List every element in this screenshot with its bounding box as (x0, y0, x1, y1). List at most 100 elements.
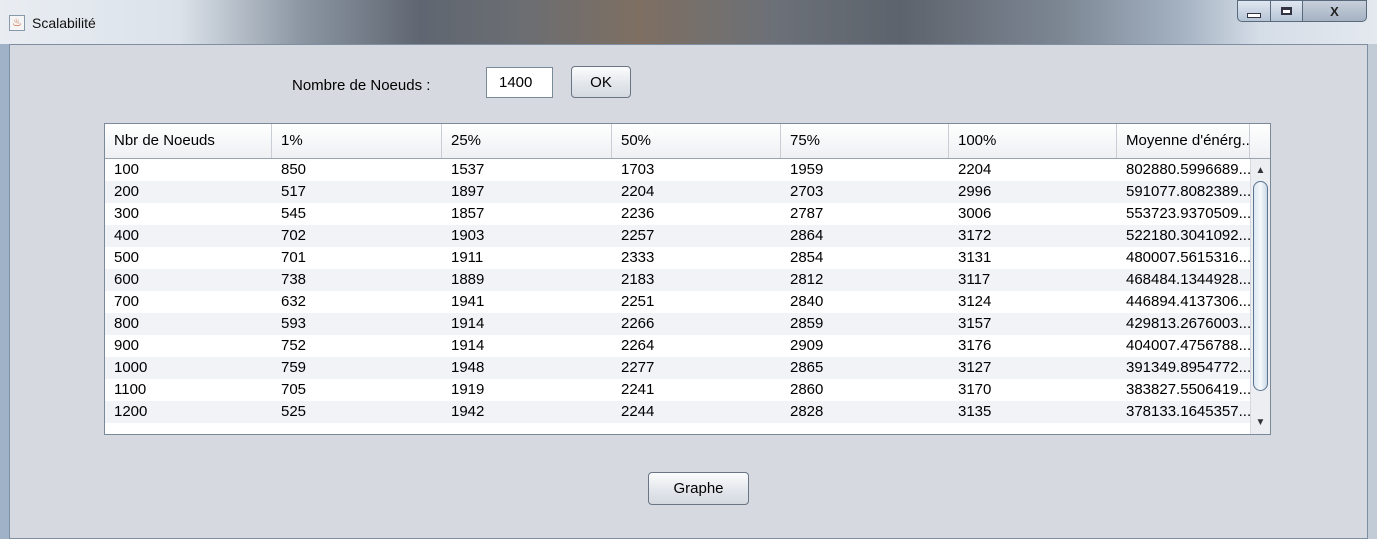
table-cell[interactable]: 2264 (612, 335, 781, 357)
table-cell[interactable]: 3006 (949, 203, 1117, 225)
table-cell[interactable]: 545 (272, 203, 442, 225)
table-cell[interactable]: 1942 (442, 401, 612, 423)
table-cell[interactable]: 500 (105, 247, 272, 269)
table-cell[interactable]: 553723.9370509... (1117, 203, 1250, 225)
table-cell[interactable]: 705 (272, 379, 442, 401)
table-cell[interactable]: 2865 (781, 357, 949, 379)
table-cell[interactable]: 2828 (781, 401, 949, 423)
table-cell[interactable]: 2854 (781, 247, 949, 269)
table-cell[interactable]: 900 (105, 335, 272, 357)
table-cell[interactable]: 1959 (781, 159, 949, 181)
node-count-input[interactable] (486, 67, 553, 98)
table-cell[interactable]: 752 (272, 335, 442, 357)
table-cell[interactable]: 1941 (442, 291, 612, 313)
table-cell[interactable]: 2257 (612, 225, 781, 247)
ok-button[interactable]: OK (571, 66, 631, 98)
table-cell[interactable]: 759 (272, 357, 442, 379)
table-cell[interactable]: 2183 (612, 269, 781, 291)
close-button[interactable]: X (1303, 0, 1367, 22)
table-cell[interactable]: 3124 (949, 291, 1117, 313)
table-cell[interactable]: 1889 (442, 269, 612, 291)
table-cell[interactable]: 2204 (949, 159, 1117, 181)
table-row[interactable]: 300 545 1857 2236 2787 3006 553723.9370509... (105, 203, 1250, 225)
table-cell[interactable]: 1903 (442, 225, 612, 247)
table-cell[interactable]: 2277 (612, 357, 781, 379)
table-cell[interactable]: 378133.1645357... (1117, 401, 1250, 423)
table-row[interactable]: 600 738 1889 2183 2812 3117 468484.1344928... (105, 269, 1250, 291)
table-cell[interactable]: 2703 (781, 181, 949, 203)
scroll-up-arrow-icon[interactable]: ▲ (1251, 162, 1270, 179)
table-cell[interactable]: 850 (272, 159, 442, 181)
table-cell[interactable]: 404007.4756788... (1117, 335, 1250, 357)
table-cell[interactable]: 2241 (612, 379, 781, 401)
table-cell[interactable]: 1703 (612, 159, 781, 181)
table-cell[interactable]: 446894.4137306... (1117, 291, 1250, 313)
table-cell[interactable]: 1919 (442, 379, 612, 401)
table-cell[interactable]: 1914 (442, 335, 612, 357)
table-cell[interactable]: 738 (272, 269, 442, 291)
vertical-scrollbar[interactable]: ▲ ▼ (1250, 159, 1270, 434)
table-cell[interactable]: 2244 (612, 401, 781, 423)
table-cell[interactable]: 525 (272, 401, 442, 423)
table-row[interactable]: 500 701 1911 2333 2854 3131 480007.5615316... (105, 247, 1250, 269)
column-header[interactable]: 50% (612, 124, 781, 158)
table-cell[interactable]: 400 (105, 225, 272, 247)
table-cell[interactable]: 3131 (949, 247, 1117, 269)
table-cell[interactable]: 3117 (949, 269, 1117, 291)
table-cell[interactable]: 600 (105, 269, 272, 291)
table-cell[interactable]: 3157 (949, 313, 1117, 335)
table-cell[interactable]: 632 (272, 291, 442, 313)
table-cell[interactable]: 702 (272, 225, 442, 247)
table-cell[interactable]: 300 (105, 203, 272, 225)
table-cell[interactable]: 2251 (612, 291, 781, 313)
table-cell[interactable]: 1914 (442, 313, 612, 335)
table-cell[interactable]: 383827.5506419... (1117, 379, 1250, 401)
column-header[interactable]: 100% (949, 124, 1117, 158)
table-cell[interactable]: 522180.3041092... (1117, 225, 1250, 247)
column-header[interactable]: 75% (781, 124, 949, 158)
table-cell[interactable]: 1897 (442, 181, 612, 203)
table-cell[interactable]: 480007.5615316... (1117, 247, 1250, 269)
table-cell[interactable]: 2996 (949, 181, 1117, 203)
column-header[interactable]: Moyenne d'énérg... (1117, 124, 1250, 158)
table-cell[interactable]: 2909 (781, 335, 949, 357)
maximize-button[interactable] (1271, 0, 1303, 22)
table-cell[interactable]: 2204 (612, 181, 781, 203)
scroll-down-arrow-icon[interactable]: ▼ (1251, 414, 1270, 431)
table-cell[interactable]: 2787 (781, 203, 949, 225)
table-cell[interactable]: 3172 (949, 225, 1117, 247)
table-cell[interactable]: 593 (272, 313, 442, 335)
table-cell[interactable]: 1200 (105, 401, 272, 423)
table-cell[interactable]: 1100 (105, 379, 272, 401)
table-row[interactable]: 200 517 1897 2204 2703 2996 591077.8082389... (105, 181, 1250, 203)
title-bar[interactable]: ♨ Scalabilité X (0, 0, 1377, 44)
minimize-button[interactable] (1237, 0, 1271, 22)
table-cell[interactable]: 2333 (612, 247, 781, 269)
table-cell[interactable]: 429813.2676003... (1117, 313, 1250, 335)
table-cell[interactable]: 1857 (442, 203, 612, 225)
table-cell[interactable]: 3135 (949, 401, 1117, 423)
table-row[interactable]: 400 702 1903 2257 2864 3172 522180.3041092... (105, 225, 1250, 247)
table-cell[interactable]: 200 (105, 181, 272, 203)
table-cell[interactable]: 802880.5996689... (1117, 159, 1250, 181)
table-cell[interactable]: 700 (105, 291, 272, 313)
table-cell[interactable]: 517 (272, 181, 442, 203)
table-cell[interactable]: 2236 (612, 203, 781, 225)
scrollbar-thumb[interactable] (1253, 181, 1268, 391)
table-cell[interactable]: 1000 (105, 357, 272, 379)
table-cell[interactable]: 1911 (442, 247, 612, 269)
table-cell[interactable]: 1948 (442, 357, 612, 379)
table-cell[interactable]: 591077.8082389... (1117, 181, 1250, 203)
table-cell[interactable]: 2840 (781, 291, 949, 313)
table-cell[interactable]: 3176 (949, 335, 1117, 357)
table-row[interactable]: 1000 759 1948 2277 2865 3127 391349.8954772... (105, 357, 1250, 379)
table-cell[interactable]: 2860 (781, 379, 949, 401)
table-cell[interactable]: 3127 (949, 357, 1117, 379)
column-header[interactable]: 1% (272, 124, 442, 158)
table-cell[interactable]: 391349.8954772... (1117, 357, 1250, 379)
table-row[interactable]: 100 850 1537 1703 1959 2204 802880.5996689... (105, 159, 1250, 181)
table-row[interactable]: 1100 705 1919 2241 2860 3170 383827.5506419... (105, 379, 1250, 401)
graph-button[interactable]: Graphe (648, 472, 749, 505)
table-row[interactable]: 1200 525 1942 2244 2828 3135 378133.1645357... (105, 401, 1250, 423)
column-header[interactable]: 25% (442, 124, 612, 158)
